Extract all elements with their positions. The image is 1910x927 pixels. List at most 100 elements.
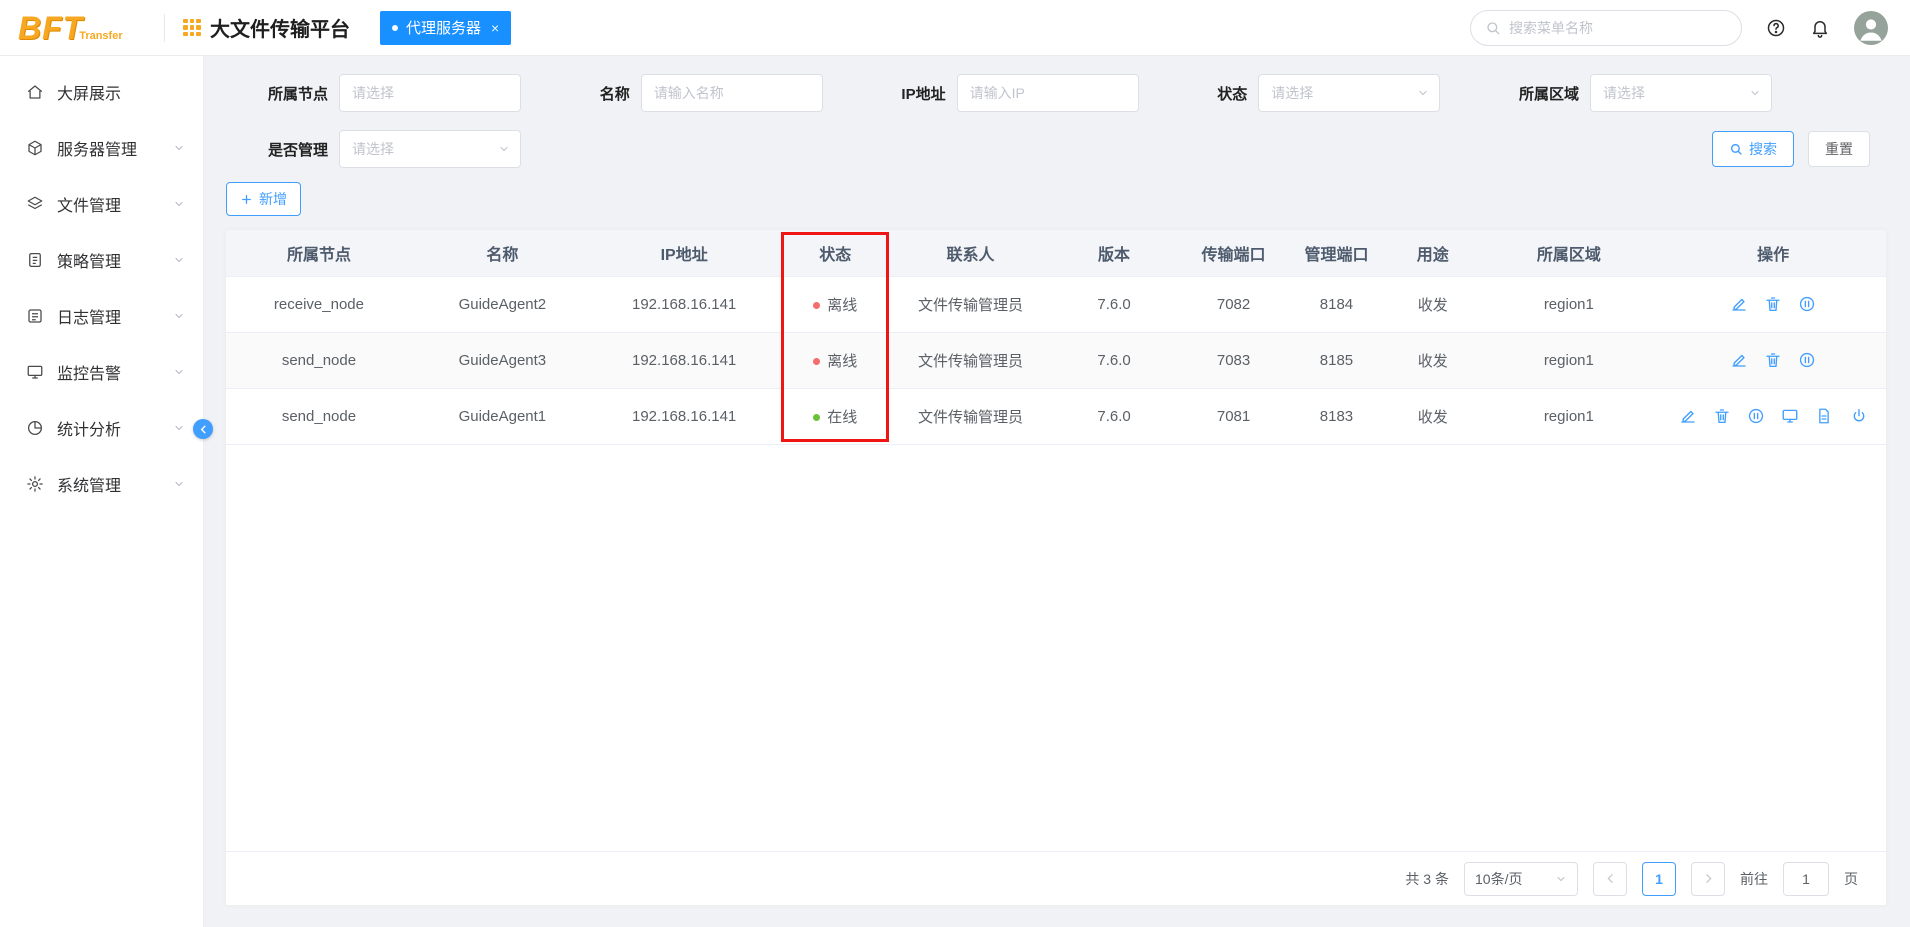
delete-icon[interactable] [1764,295,1782,313]
region-cell: region1 [1477,332,1661,389]
goto-label: 前往 [1740,870,1768,887]
pagination-total: 共 3 条 [1405,870,1449,887]
reset-button[interactable]: 重置 [1808,131,1870,167]
menu-search-box[interactable] [1470,9,1742,46]
chevron-down-icon [173,422,185,434]
node-cell: send_node [226,332,412,389]
menu-search-input[interactable] [1509,19,1735,36]
contact-cell: 文件传输管理员 [894,332,1046,389]
app-title-text: 大文件传输平台 [210,19,350,41]
tab-proxy-server[interactable]: 代理服务器 × [380,10,512,45]
app-root: BFT Transfer 大文件传输平台 代理服务器 × 搜索菜单名称 大屏展示… [0,0,1910,927]
sidebar-item-statistics[interactable]: 统计分析 [0,400,203,456]
status-dot-offline [813,357,821,365]
tab-active-dot [392,24,398,31]
status-text: 离线 [827,296,858,314]
column-header-version: 版本 [1046,230,1183,277]
version-cell: 7.6.0 [1046,332,1183,389]
sidebar-item-label: 系统管理 [57,478,122,495]
sidebar-item-monitor-alert[interactable]: 监控告警 [0,344,203,400]
status-text: 在线 [827,408,858,426]
node-cell: send_node [226,388,412,445]
version-cell: 7.6.0 [1046,388,1183,445]
edit-icon[interactable] [1730,351,1748,369]
column-header-ip: IP地址 [592,230,776,277]
filter-status: 状态 [1217,74,1441,112]
sidebar-item-label: 日志管理 [57,310,122,327]
page-number-button[interactable]: 1 [1642,861,1676,896]
filter-managed-label: 是否管理 [268,141,329,159]
filter-region-label: 所属区域 [1518,85,1579,103]
goto-page-input[interactable] [1783,861,1829,896]
sidebar-item-policy-mgmt[interactable]: 策略管理 [0,232,203,288]
filter-node-label: 所属节点 [268,85,329,103]
sidebar-item-server-mgmt[interactable]: 服务器管理 [0,120,203,176]
status-cell: 离线 [775,276,895,333]
edit-icon[interactable] [1679,407,1697,425]
chevron-down-icon [1555,873,1567,885]
column-header-status: 状态 [775,230,895,277]
page-size-select[interactable]: 10条/页 [1464,861,1578,896]
files-icon [26,195,44,213]
pause-icon[interactable] [1798,351,1816,369]
chevron-down-icon [498,143,510,155]
region-select-input[interactable] [1603,85,1743,101]
table-header-row: 所属节点 名称 IP地址 状态 联系人 版本 传输端口 管理端口 用途 所属区域… [226,230,1886,277]
logo-text: BFT [18,9,84,46]
transfer-port-cell: 7081 [1182,388,1286,445]
ip-input[interactable] [969,85,1128,101]
grid-icon [183,18,201,37]
search-button[interactable]: 搜索 [1712,131,1794,167]
status-select[interactable] [1258,74,1441,112]
column-header-node: 所属节点 [226,230,412,277]
doc-icon[interactable] [1815,407,1833,425]
sidebar: 大屏展示 服务器管理 文件管理 策略管理 日志管理 监控告警 统计分析 系统管理 [0,56,213,927]
stats-icon [26,419,44,437]
node-select[interactable] [339,74,522,112]
name-input-wrap[interactable] [640,74,823,112]
bell-icon[interactable] [1810,18,1830,38]
prev-page-button[interactable] [1593,861,1627,896]
chevron-down-icon [173,366,185,378]
sidebar-item-dashboard[interactable]: 大屏展示 [0,64,203,120]
region-select[interactable] [1590,74,1772,112]
delete-icon[interactable] [1713,407,1731,425]
manage-port-cell: 8184 [1285,276,1388,333]
tab-close-icon[interactable]: × [491,20,499,36]
ip-input-wrap[interactable] [956,74,1139,112]
chevron-down-icon [1417,87,1429,99]
sidebar-collapse-button[interactable] [193,419,213,439]
next-page-button[interactable] [1691,861,1725,896]
managed-select-input[interactable] [352,141,493,157]
contact-cell: 文件传输管理员 [894,388,1046,445]
node-select-input[interactable] [352,85,511,101]
monitor-icon[interactable] [1781,407,1799,425]
page-size-value: 10条/页 [1475,870,1523,887]
user-avatar[interactable] [1854,10,1888,45]
managed-select[interactable] [339,130,522,168]
sidebar-item-system-mgmt[interactable]: 系统管理 [0,456,203,512]
usage-cell: 收发 [1387,332,1478,389]
pause-icon[interactable] [1798,295,1816,313]
home-icon [26,83,44,101]
sidebar-item-label: 策略管理 [57,254,122,271]
edit-icon[interactable] [1730,295,1748,313]
help-icon[interactable] [1766,18,1786,38]
add-button[interactable]: 新增 [226,182,301,216]
chevron-down-icon [173,478,185,490]
bft-logo: BFT Transfer [18,12,158,44]
status-select-input[interactable] [1271,85,1412,101]
actions-cell [1660,388,1886,445]
delete-icon[interactable] [1764,351,1782,369]
sidebar-item-file-mgmt[interactable]: 文件管理 [0,176,203,232]
sidebar-item-label: 统计分析 [57,422,122,439]
pause-icon[interactable] [1747,407,1765,425]
power-icon[interactable] [1850,407,1868,425]
pagination-bar: 共 3 条 10条/页 1 前往 页 [226,851,1886,905]
filter-node: 所属节点 [268,74,522,112]
version-cell: 7.6.0 [1046,276,1183,333]
ip-cell: 192.168.16.141 [592,276,776,333]
sidebar-item-log-mgmt[interactable]: 日志管理 [0,288,203,344]
name-input[interactable] [653,85,812,101]
region-cell: region1 [1477,276,1661,333]
